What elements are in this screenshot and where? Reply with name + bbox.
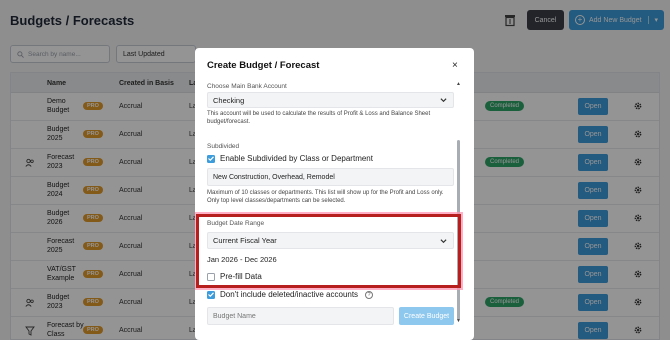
date-range-highlight (196, 214, 461, 288)
budget-name-input[interactable] (207, 307, 394, 325)
subdivided-label: Subdivided (207, 143, 240, 150)
create-budget-modal: Create Budget / Forecast × ▲ ▼ Choose Ma… (195, 48, 474, 340)
exclude-inactive-checkbox[interactable] (207, 290, 215, 299)
exclude-inactive-label: Don't include deleted/inactive accounts (220, 290, 359, 299)
bank-account-label: Choose Main Bank Account (207, 83, 287, 90)
scroll-up-icon[interactable]: ▲ (456, 81, 461, 87)
chevron-down-icon (440, 98, 447, 103)
info-icon[interactable]: ? (365, 290, 374, 299)
bank-account-value: Checking (213, 95, 245, 105)
subdivided-checkbox-row[interactable]: Enable Subdivided by Class or Department (207, 154, 373, 163)
check-icon (208, 156, 214, 161)
subdivided-help: Maximum of 10 classes or departments. Th… (207, 190, 444, 204)
check-icon (208, 292, 214, 297)
create-budget-button[interactable]: Create Budget (399, 307, 454, 325)
exclude-inactive-row[interactable]: Don't include deleted/inactive accounts … (207, 290, 374, 299)
close-icon[interactable]: × (452, 60, 458, 71)
bank-account-help: This account will be used to calculate t… (207, 111, 431, 125)
bank-account-select[interactable]: Checking (207, 92, 454, 108)
subdivided-classes-field[interactable]: New Construction, Overhead, Remodel (207, 168, 454, 186)
subdivided-checkbox[interactable] (207, 154, 215, 163)
subdivided-checkbox-label: Enable Subdivided by Class or Department (220, 154, 373, 163)
modal-title: Create Budget / Forecast (207, 60, 320, 71)
scroll-down-icon[interactable]: ▼ (456, 318, 461, 324)
